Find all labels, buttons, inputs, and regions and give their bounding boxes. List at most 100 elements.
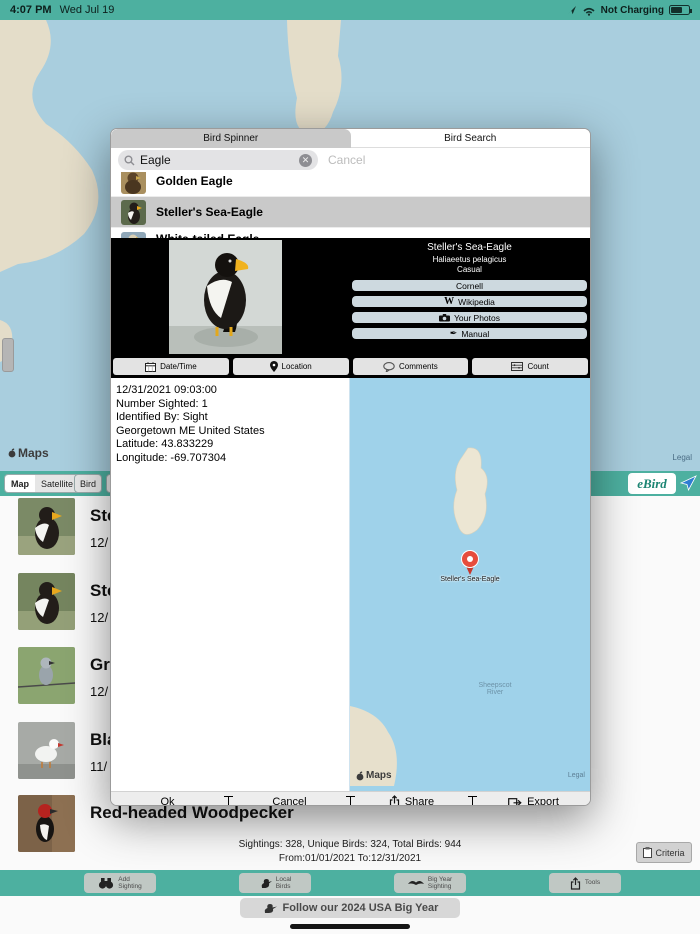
search-value: Eagle (140, 153, 171, 167)
bird-name: Steller's Sea-Eagle (427, 242, 512, 253)
cancel-button[interactable]: Cancel (233, 796, 346, 805)
summary-stats: Sightings: 328, Unique Birds: 324, Total… (0, 838, 700, 866)
status-bar: 4:07 PM Wed Jul 19 Not Charging (0, 0, 700, 20)
follow-bar: Follow our 2024 USA Big Year (0, 896, 700, 934)
follow-big-year-button[interactable]: Follow our 2024 USA Big Year (240, 898, 460, 918)
sighting-row[interactable]: Ste 12/ (18, 573, 116, 630)
wifi-icon (583, 7, 595, 16)
criteria-button[interactable]: Criteria (636, 842, 692, 863)
sighting-date: 12/ (90, 684, 109, 699)
sighting-identified-by: Identified By: Sight (116, 411, 208, 423)
search-input[interactable]: Eagle ✕ (118, 150, 318, 170)
sighting-title: Gr (90, 655, 110, 674)
tab-comments[interactable]: Comments (352, 358, 469, 375)
sighting-row[interactable]: Gr 12/ (18, 647, 110, 704)
result-row[interactable]: Golden Eagle (111, 172, 590, 197)
bird-search-modal: Bird Spinner Bird Search Eagle ✕ Cancel … (110, 128, 591, 806)
apple-logo-icon (356, 771, 364, 780)
bird-icon (264, 904, 277, 913)
pen-icon: ✒ (449, 328, 458, 338)
clipboard-icon (643, 847, 653, 858)
locate-me-icon[interactable] (680, 475, 697, 491)
map-drawer-handle[interactable] (2, 338, 14, 372)
ebird-logo-button[interactable]: eBird (628, 473, 676, 494)
map-pin-icon (269, 361, 278, 372)
segment-map[interactable]: Map (5, 475, 35, 492)
add-sighting-button[interactable]: Add Sighting (84, 873, 156, 893)
pin-label: Steller's Sea-Eagle (440, 576, 500, 583)
share-button[interactable]: Share (355, 795, 468, 805)
detail-tab-bar: Date/Time Location Comments Count (111, 356, 590, 378)
legal-link[interactable]: Legal (568, 772, 585, 779)
segment-satellite[interactable]: Satellite (35, 475, 80, 492)
apple-maps-attribution: Maps (8, 446, 49, 460)
clock: 4:07 PM (10, 4, 52, 16)
scientific-name: Haliaeetus pelagicus (432, 255, 507, 264)
comment-bubble-icon (383, 361, 395, 372)
share-icon (389, 795, 399, 805)
sighting-longitude: Longitude: -69.707304 (116, 451, 227, 464)
export-button[interactable]: Export (477, 796, 590, 805)
binoculars-icon (99, 877, 114, 889)
tab-bird-spinner[interactable]: Bird Spinner (111, 129, 351, 148)
rarity-status: Casual (457, 265, 482, 274)
app-screen: 4:07 PM Wed Jul 19 Not Charging Maps Leg (0, 0, 700, 934)
bird-thumbnail (18, 722, 75, 779)
perched-bird-icon (261, 879, 272, 888)
modal-footer: Ok Cancel Share Export (111, 791, 590, 805)
clear-search-icon[interactable]: ✕ (299, 153, 312, 167)
legal-link[interactable]: Legal (672, 453, 692, 462)
local-birds-button[interactable]: Local Birds (239, 873, 311, 893)
tab-location[interactable]: Location (232, 358, 349, 375)
footer-divider (468, 795, 477, 805)
sighting-number: Number Sighted: 1 (116, 397, 208, 410)
sighting-datetime: 12/31/2021 09:03:00 (116, 384, 217, 396)
bird-thumbnail (121, 172, 146, 194)
big-year-button[interactable]: Big Year Sighting (394, 873, 466, 893)
battery-status-text: Not Charging (600, 4, 664, 16)
map-type-segmented: Map Satellite (4, 474, 81, 493)
tab-bird-search[interactable]: Bird Search (350, 129, 590, 148)
status-date: Wed Jul 19 (59, 4, 115, 16)
sighting-mini-map[interactable]: Steller's Sea-Eagle Sheepscot River Maps… (349, 378, 590, 791)
wikipedia-icon: W (444, 295, 455, 307)
footer-divider (346, 795, 355, 805)
sighting-info: 12/31/2021 09:03:00 Number Sighted: 1 Id… (111, 378, 349, 791)
bird-detail-panel: Steller's Sea-Eagle Haliaeetus pelagicus… (111, 238, 590, 356)
your-photos-button[interactable]: Your Photos (351, 311, 588, 324)
wikipedia-button[interactable]: W Wikipedia (351, 295, 588, 308)
ok-button[interactable]: Ok (111, 796, 224, 805)
sighting-title: Red-headed Woodpecker (90, 803, 294, 822)
search-results: Golden Eagle Steller's Sea-Eagle White-t… (111, 172, 590, 238)
search-cancel-button[interactable]: Cancel (328, 153, 365, 167)
search-row: Eagle ✕ Cancel (111, 148, 590, 172)
sighting-latitude: Latitude: 43.833229 (116, 438, 214, 450)
search-icon (124, 155, 135, 165)
export-icon (508, 798, 522, 805)
location-arrow-icon (567, 6, 576, 15)
bird-layer-button[interactable]: Bird (74, 474, 102, 493)
river-label: Sheepscot River (478, 682, 512, 696)
footer-divider (224, 795, 233, 805)
manual-button[interactable]: ✒ Manual (351, 327, 588, 340)
tab-date-time[interactable]: Date/Time (113, 358, 229, 375)
home-indicator[interactable] (290, 924, 410, 929)
sighting-row[interactable]: Bla 11/ (18, 722, 116, 779)
bird-photo (169, 240, 282, 354)
bird-thumbnail (18, 498, 75, 555)
tab-count[interactable]: Count (472, 358, 588, 375)
apple-logo-icon (8, 448, 16, 458)
flying-bird-icon (407, 880, 424, 885)
battery-icon (669, 5, 692, 15)
bird-thumbnail (18, 647, 75, 704)
result-name: Steller's Sea-Eagle (156, 205, 263, 219)
cornell-button[interactable]: Cornell (351, 279, 588, 292)
result-row[interactable]: White-tailed Eagle (111, 228, 590, 238)
result-row-selected[interactable]: Steller's Sea-Eagle (111, 197, 590, 228)
sighting-row[interactable]: Ste 12/ (18, 498, 116, 555)
sighting-location: Georgetown ME United States (116, 424, 265, 437)
calendar-icon (145, 361, 157, 372)
bottom-toolbar: Add Sighting Local Birds Big Year Sighting … (0, 870, 700, 896)
summary-line-2: From:01/01/2021 To:12/31/2021 (278, 853, 422, 864)
tools-button[interactable]: Tools (549, 873, 621, 893)
